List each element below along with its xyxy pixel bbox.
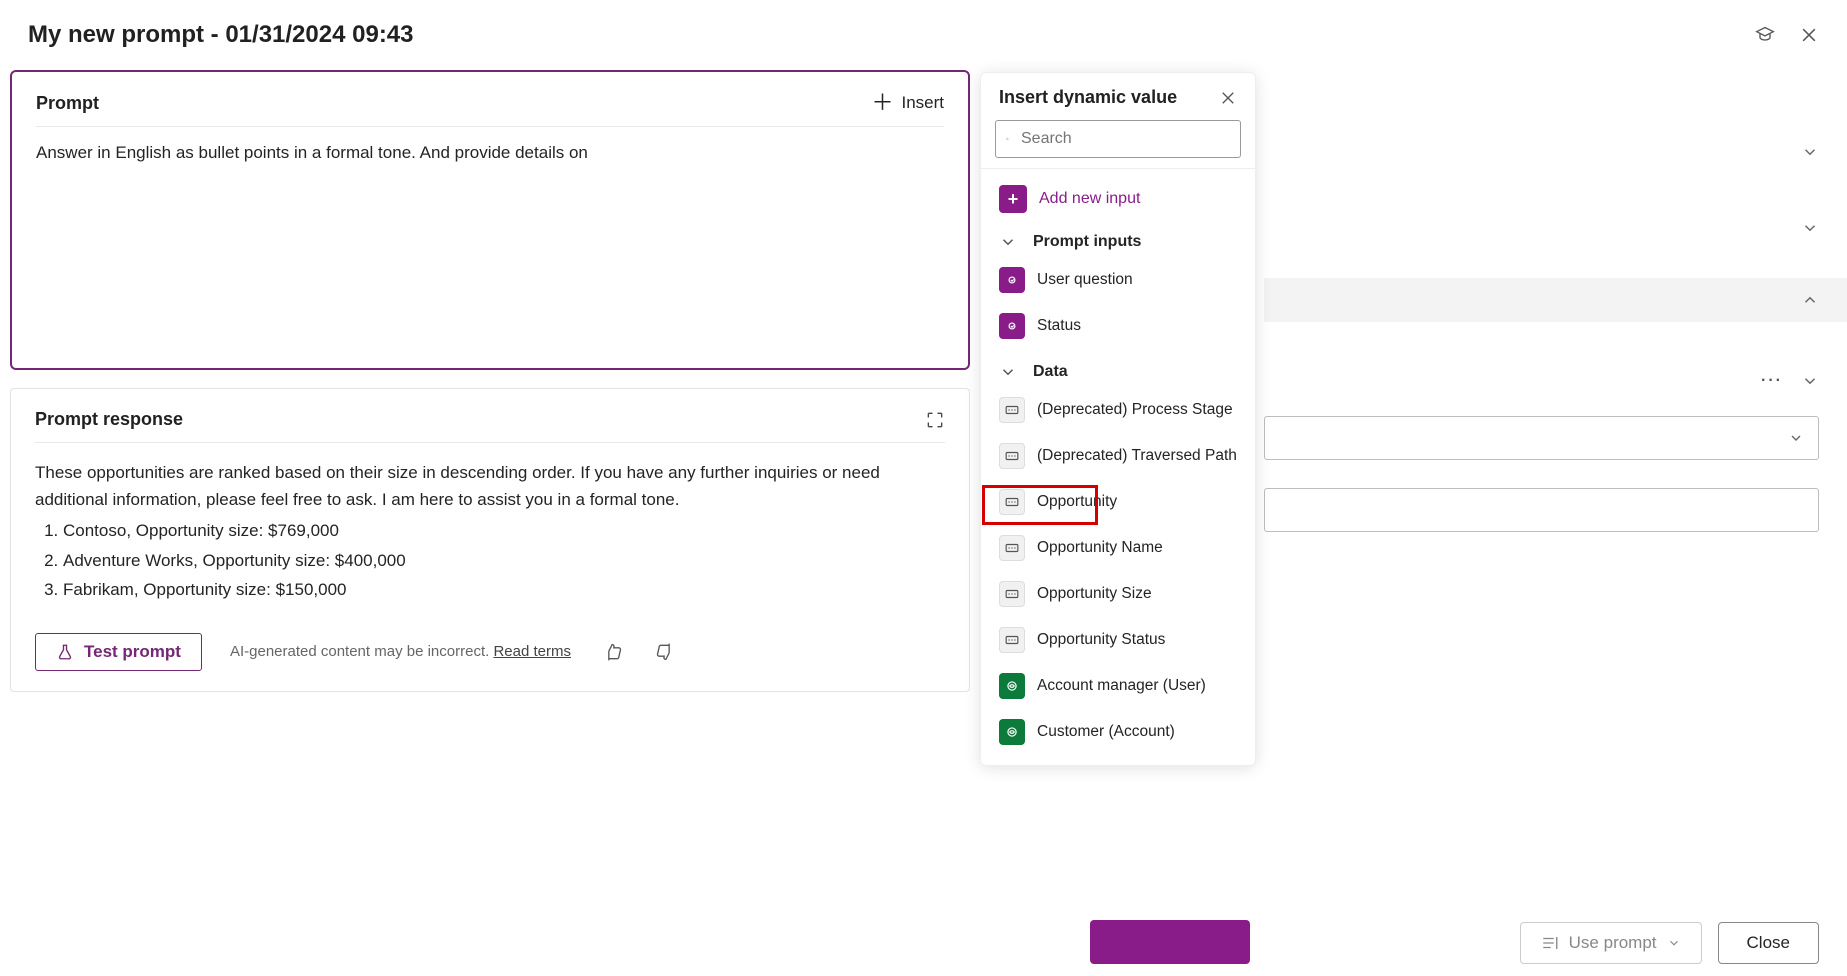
field-icon (999, 535, 1025, 561)
prompt-inputs-section[interactable]: Prompt inputs (981, 219, 1255, 257)
use-prompt-label: Use prompt (1569, 933, 1657, 953)
header: My new prompt - 01/31/2024 09:43 (0, 0, 1847, 60)
data-item[interactable]: Customer (Account) (981, 709, 1255, 755)
panel-title: Insert dynamic value (999, 87, 1177, 108)
chevron-down-icon[interactable] (1801, 143, 1819, 161)
thumbs-up-icon[interactable] (603, 642, 623, 662)
response-card: Prompt response These opportunities are … (10, 388, 970, 692)
expand-icon[interactable] (925, 410, 945, 430)
plus-icon: ＋ (871, 92, 893, 114)
background-properties: ··· (1264, 130, 1819, 532)
page-title: My new prompt - 01/31/2024 09:43 (28, 21, 414, 49)
prompt-input-item[interactable]: User question (981, 257, 1255, 303)
chevron-up-icon[interactable] (1801, 291, 1819, 309)
response-title: Prompt response (35, 409, 183, 430)
response-item: Fabrikam, Opportunity size: $150,000 (63, 576, 945, 603)
response-item: Adventure Works, Opportunity size: $400,… (63, 547, 945, 574)
input-icon (999, 267, 1025, 293)
response-intro: These opportunities are ranked based on … (35, 459, 945, 513)
data-item[interactable]: Opportunity Status (981, 617, 1255, 663)
data-item[interactable]: Opportunity Size (981, 571, 1255, 617)
item-label: (Deprecated) Process Stage (1037, 401, 1233, 419)
close-button[interactable]: Close (1718, 922, 1819, 964)
use-prompt-button[interactable]: Use prompt (1520, 922, 1702, 964)
chevron-down-icon (1667, 936, 1681, 950)
item-label: (Deprecated) Traversed Path (1037, 447, 1237, 465)
data-item[interactable]: (Deprecated) Traversed Path (981, 433, 1255, 479)
chevron-down-icon (1788, 430, 1804, 446)
close-icon[interactable] (1219, 89, 1237, 107)
item-label: Account manager (User) (1037, 677, 1206, 695)
response-item: Contoso, Opportunity size: $769,000 (63, 517, 945, 544)
plus-icon: + (999, 185, 1027, 213)
dialog-footer: Use prompt Close (1520, 922, 1819, 964)
field-icon (999, 627, 1025, 653)
input-icon (999, 313, 1025, 339)
chevron-down-icon[interactable] (1801, 372, 1819, 390)
relation-icon (999, 719, 1025, 745)
relation-icon (999, 673, 1025, 699)
ai-note-text: AI-generated content may be incorrect. (230, 643, 489, 660)
dynamic-value-panel: Insert dynamic value + Add new input Pro… (980, 72, 1256, 766)
item-label: Opportunity Size (1037, 585, 1152, 603)
primary-action-hidden[interactable] (1090, 920, 1250, 964)
ai-note: AI-generated content may be incorrect. R… (230, 643, 571, 660)
data-section[interactable]: Data (981, 349, 1255, 387)
flask-icon (56, 643, 74, 661)
chevron-down-icon[interactable] (1801, 219, 1819, 237)
item-label: Opportunity Status (1037, 631, 1165, 649)
insert-label: Insert (901, 93, 944, 113)
test-prompt-button[interactable]: Test prompt (35, 633, 202, 671)
header-actions (1755, 25, 1819, 45)
item-label: Opportunity Name (1037, 539, 1163, 557)
field-icon (999, 397, 1025, 423)
left-column: Prompt ＋ Insert Answer in English as bul… (10, 70, 970, 692)
prompt-text[interactable]: Answer in English as bullet points in a … (36, 143, 944, 163)
read-terms-link[interactable]: Read terms (493, 643, 571, 660)
thumbs-down-icon[interactable] (655, 642, 675, 662)
divider (981, 168, 1255, 169)
prompt-input-item[interactable]: Status (981, 303, 1255, 349)
highlight-data-section (982, 485, 1098, 525)
search-input[interactable] (1019, 129, 1230, 149)
panel-header: Insert dynamic value (981, 73, 1255, 120)
learn-icon[interactable] (1755, 25, 1775, 45)
chevron-down-icon (999, 233, 1017, 251)
field-icon (999, 581, 1025, 607)
data-item[interactable]: Account manager (User) (981, 663, 1255, 709)
prompt-card: Prompt ＋ Insert Answer in English as bul… (10, 70, 970, 370)
search-icon (1006, 130, 1009, 148)
property-input[interactable] (1264, 488, 1819, 532)
response-header: Prompt response (35, 409, 945, 443)
chevron-down-icon (999, 363, 1017, 381)
item-label: Status (1037, 317, 1081, 335)
field-icon (999, 443, 1025, 469)
item-label: User question (1037, 271, 1133, 289)
item-label: Customer (Account) (1037, 723, 1175, 741)
prompt-inputs-label: Prompt inputs (1033, 233, 1141, 251)
property-select[interactable] (1264, 416, 1819, 460)
add-new-input-label: Add new input (1039, 190, 1140, 208)
data-item[interactable]: (Deprecated) Process Stage (981, 387, 1255, 433)
response-list: Contoso, Opportunity size: $769,000 Adve… (35, 517, 945, 603)
insert-button[interactable]: ＋ Insert (871, 92, 944, 114)
prompt-header: Prompt ＋ Insert (36, 92, 944, 127)
use-prompt-icon (1541, 934, 1559, 952)
response-body: These opportunities are ranked based on … (35, 459, 945, 603)
add-new-input-button[interactable]: + Add new input (981, 179, 1255, 219)
close-icon[interactable] (1799, 25, 1819, 45)
data-item[interactable]: Opportunity Name (981, 525, 1255, 571)
prompt-title: Prompt (36, 93, 99, 114)
test-prompt-label: Test prompt (84, 642, 181, 662)
response-footer: Test prompt AI-generated content may be … (35, 633, 945, 671)
more-icon[interactable]: ··· (1761, 372, 1783, 390)
data-section-label: Data (1033, 363, 1068, 381)
search-box[interactable] (995, 120, 1241, 158)
